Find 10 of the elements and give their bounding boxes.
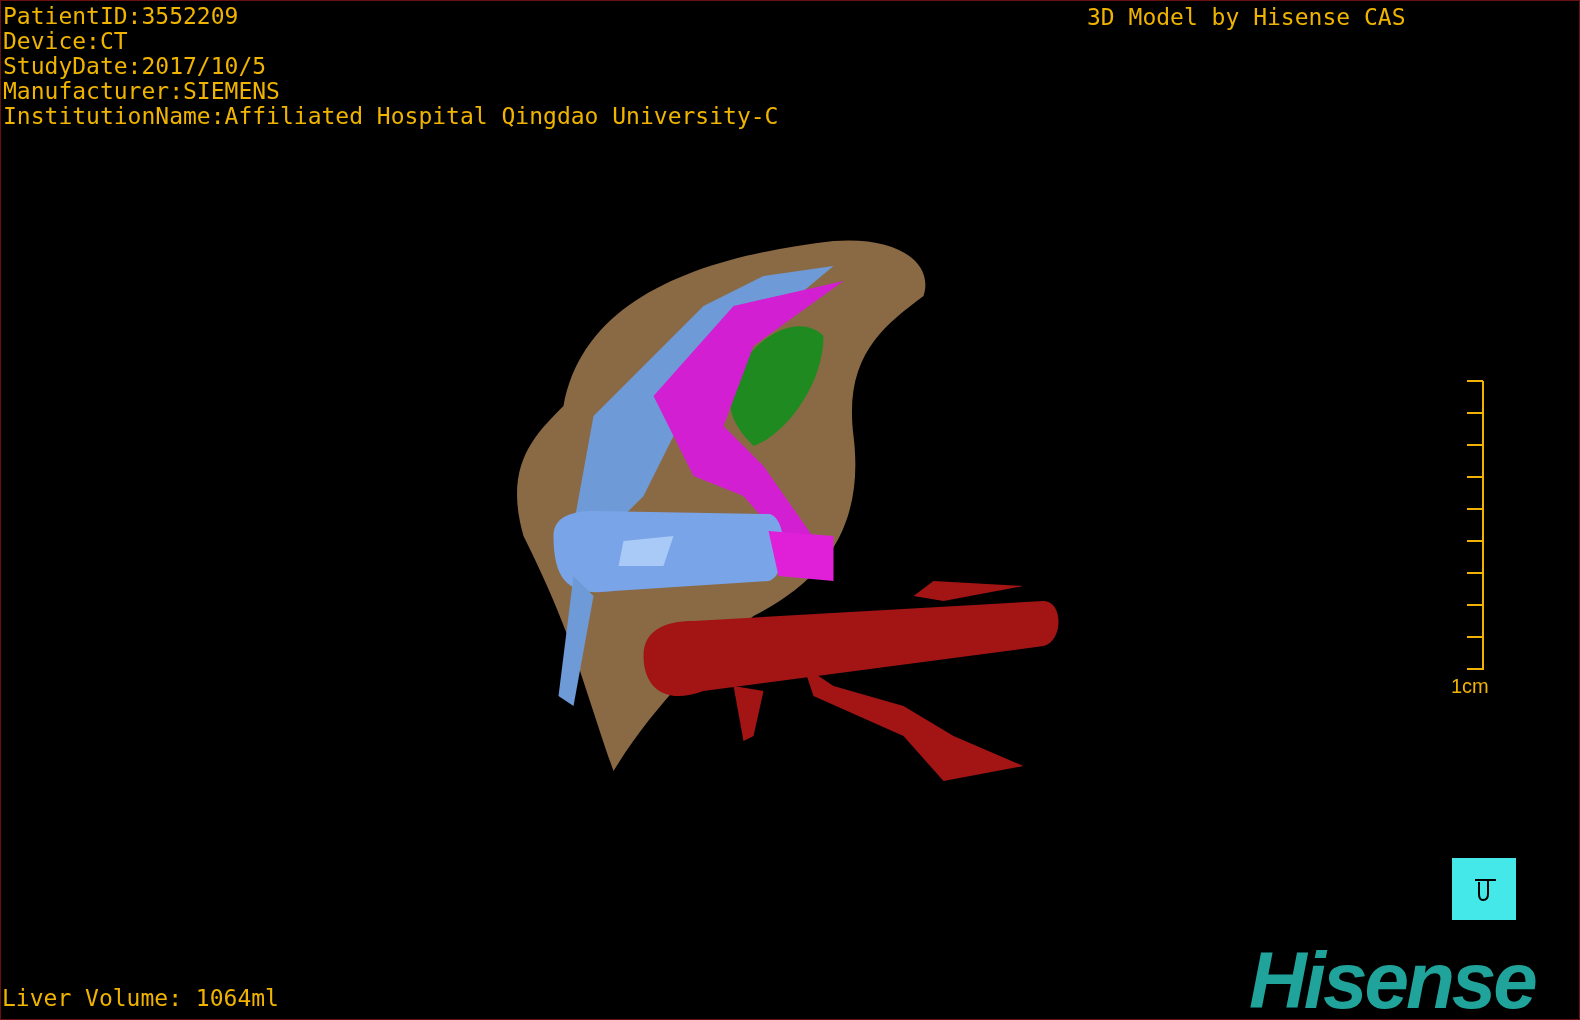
- liver-volume-label: Liver Volume: 1064ml: [2, 986, 279, 1011]
- model-title: 3D Model by Hisense CAS: [1087, 5, 1406, 30]
- study-info-line: InstitutionName:Affiliated Hospital Qingdao University-C: [3, 104, 779, 129]
- study-info-line: StudyDate:2017/10/5: [3, 54, 268, 79]
- study-info-line: Manufacturer:SIEMENS: [3, 79, 281, 104]
- study-info-line: Device:CT: [3, 29, 129, 54]
- brand-logo: Hisense: [1249, 941, 1535, 1019]
- study-info-line: PatientID:3552209: [3, 4, 240, 29]
- scale-label: 1cm: [1451, 675, 1489, 697]
- orientation-cube-icon[interactable]: [1452, 858, 1516, 922]
